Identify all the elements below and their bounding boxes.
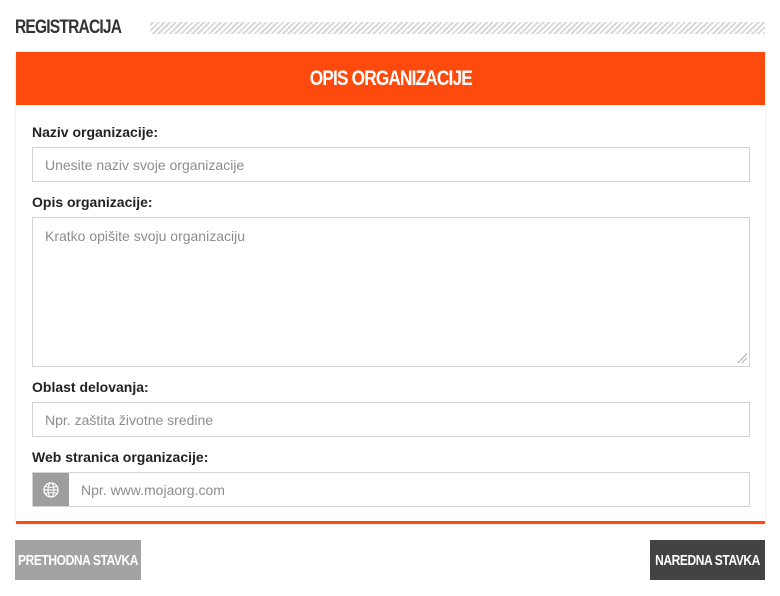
title-decoration-stripes: [150, 22, 765, 34]
previous-step-button[interactable]: PRETHODNA STAVKA: [15, 540, 141, 580]
section-title: REGISTRACIJA: [15, 17, 122, 38]
next-step-label: NAREDNA STAVKA: [655, 551, 760, 569]
organization-name-input[interactable]: [32, 147, 750, 182]
website-input-group: [32, 472, 750, 507]
organization-description-textarea[interactable]: [32, 217, 750, 367]
organization-form-card: OPIS ORGANIZACIJE Naziv organizacije: Op…: [16, 52, 765, 524]
field-of-work-input[interactable]: [32, 402, 750, 437]
description-label: Opis organizacije:: [32, 194, 153, 210]
website-label: Web stranica organizacije:: [32, 449, 209, 465]
field-of-work-label: Oblast delovanja:: [32, 379, 149, 395]
section-header: REGISTRACIJA: [15, 14, 765, 42]
card-title: OPIS ORGANIZACIJE: [309, 66, 472, 90]
website-addon: [33, 473, 69, 506]
website-url-input[interactable]: [69, 473, 749, 506]
previous-step-label: PRETHODNA STAVKA: [17, 551, 139, 569]
textarea-resize-handle[interactable]: [737, 353, 747, 363]
name-label: Naziv organizacije:: [32, 124, 159, 140]
globe-icon: [43, 481, 59, 498]
next-step-button[interactable]: NAREDNA STAVKA: [650, 540, 765, 580]
card-header: OPIS ORGANIZACIJE: [16, 52, 765, 105]
